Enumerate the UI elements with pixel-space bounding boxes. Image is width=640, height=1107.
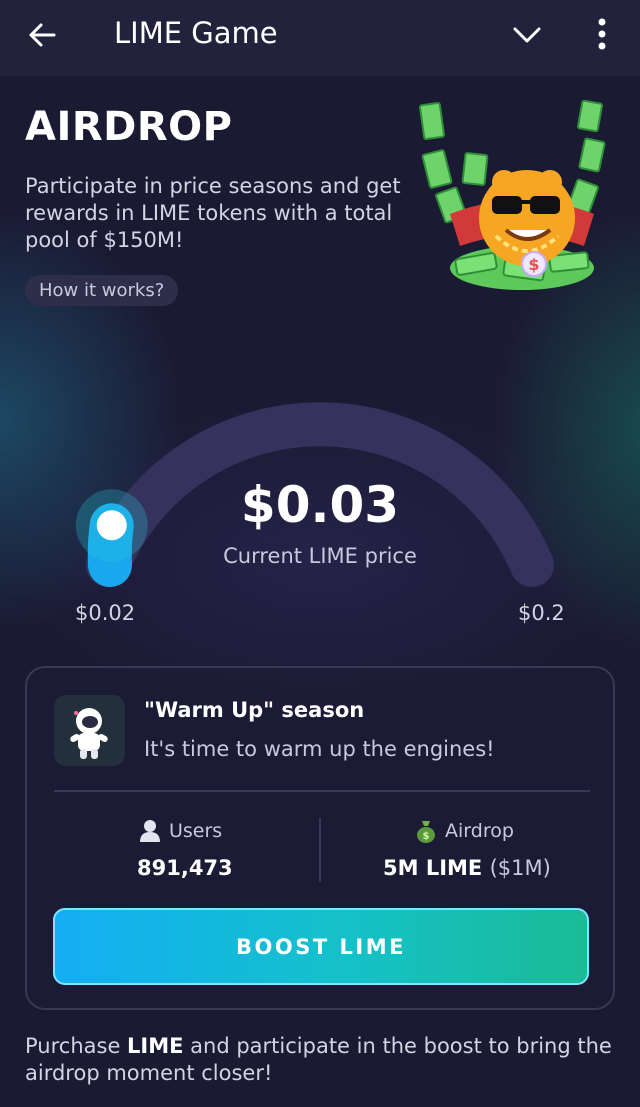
arrow-left-icon <box>29 23 56 47</box>
users-stat-label: Users <box>139 818 222 844</box>
boost-lime-button[interactable]: BOOST LIME <box>53 908 589 985</box>
footer-note: Purchase LIME and participate in the boo… <box>25 1033 615 1087</box>
money-bag-icon: $ <box>417 821 435 843</box>
gauge-max-label: $0.2 <box>518 601 565 625</box>
airdrop-value: 5M LIME ($1M) <box>383 856 551 880</box>
page: LIME Game AIRDROP Participate in price s… <box>0 0 640 1107</box>
more-vertical-icon <box>598 18 606 50</box>
top-bar: LIME Game <box>0 0 640 76</box>
svg-text:$: $ <box>423 831 430 842</box>
airdrop-label: Airdrop <box>445 820 514 842</box>
users-label: Users <box>169 820 223 842</box>
footer-prefix: Purchase <box>25 1034 128 1058</box>
season-title: "Warm Up" season <box>144 698 365 722</box>
page-title: AIRDROP <box>25 104 233 150</box>
stats-divider <box>319 818 321 882</box>
collapse-button[interactable] <box>510 20 544 50</box>
season-card: "Warm Up" season It's time to warm up th… <box>25 666 615 1010</box>
season-subtitle: It's time to warm up the engines! <box>144 737 495 761</box>
airdrop-stat-label: $ Airdrop <box>415 818 514 844</box>
users-value: 891,473 <box>137 856 233 880</box>
airdrop-amount: 5M LIME <box>383 856 483 880</box>
more-options-button[interactable] <box>588 16 616 52</box>
current-price: $0.03 <box>240 476 400 534</box>
svg-text:$: $ <box>528 255 539 274</box>
how-it-works-button[interactable]: How it works? <box>25 275 179 306</box>
back-button[interactable] <box>26 18 60 52</box>
mascot-money-icon: $ <box>418 99 606 290</box>
chevron-down-icon <box>513 27 541 43</box>
gauge-min-label: $0.02 <box>75 601 136 625</box>
app-title: LIME Game <box>114 16 278 50</box>
current-price-label: Current LIME price <box>223 544 417 568</box>
card-divider <box>54 790 590 792</box>
astronaut-icon <box>54 695 125 766</box>
airdrop-usd: ($1M) <box>489 856 551 880</box>
airdrop-description: Participate in price seasons and get rew… <box>25 174 401 252</box>
footer-bold: LIME <box>127 1034 184 1058</box>
user-icon <box>140 820 160 842</box>
